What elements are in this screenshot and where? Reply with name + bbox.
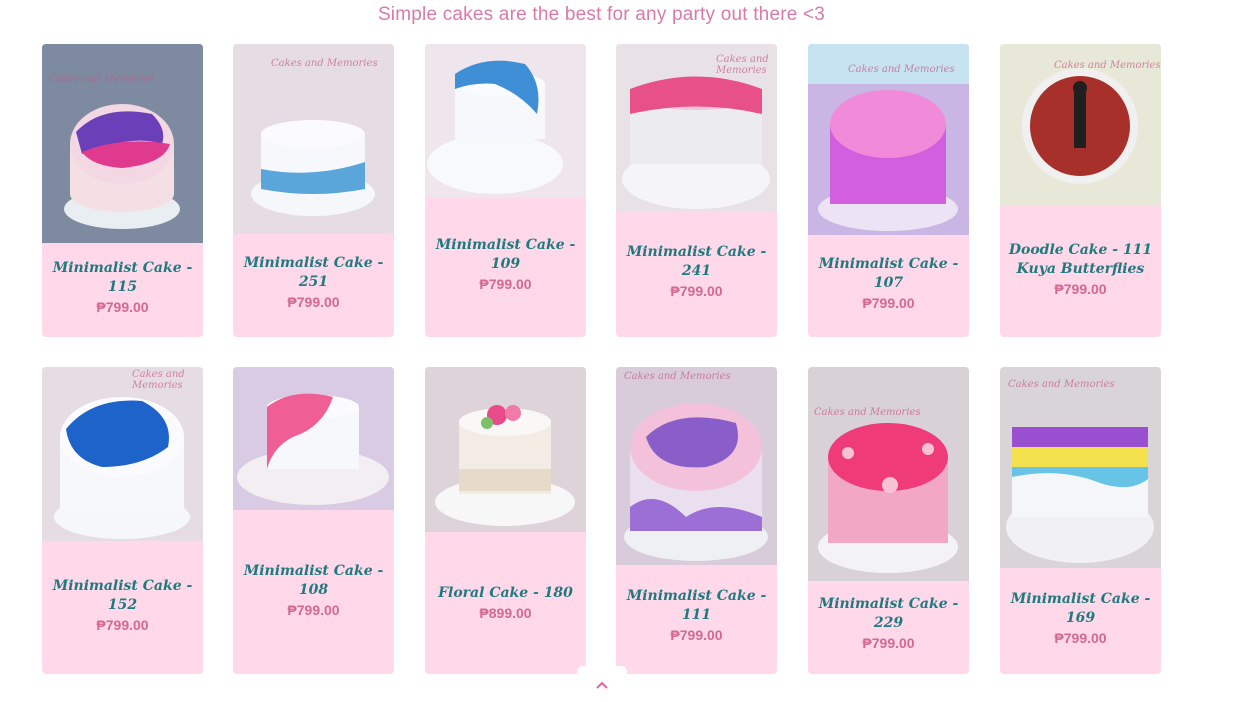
product-title[interactable]: Minimalist Cake - 169 bbox=[1008, 590, 1153, 628]
product-title[interactable]: Minimalist Cake - 115 bbox=[50, 259, 195, 297]
product-title[interactable]: Minimalist Cake - 152 bbox=[50, 577, 195, 615]
product-card[interactable]: Cakes and Memories Minimalist Cake - 107… bbox=[808, 44, 969, 337]
watermark: Cakes and Memories bbox=[132, 369, 185, 391]
product-image[interactable]: Cakes and Memories bbox=[808, 44, 969, 235]
product-title[interactable]: Minimalist Cake - 241 bbox=[624, 243, 769, 281]
product-price: ₱799.00 bbox=[862, 635, 915, 651]
product-image[interactable] bbox=[425, 44, 586, 198]
product-title[interactable]: Doodle Cake - 111 Kuya Butterflies bbox=[1008, 241, 1153, 279]
product-price: ₱799.00 bbox=[287, 602, 340, 618]
product-card[interactable]: Minimalist Cake - 109 ₱799.00 bbox=[425, 44, 586, 337]
product-price: ₱799.00 bbox=[670, 627, 723, 643]
product-title[interactable]: Minimalist Cake - 108 bbox=[241, 562, 386, 600]
product-price: ₱799.00 bbox=[1054, 630, 1107, 646]
product-card[interactable]: Cakes and Memories Minimalist Cake - 111… bbox=[616, 367, 777, 674]
product-image[interactable] bbox=[425, 367, 586, 532]
watermark: Cakes and Memories bbox=[1054, 60, 1161, 71]
scroll-to-top-button[interactable] bbox=[577, 666, 627, 702]
section-tagline: Simple cakes are the best for any party … bbox=[377, 4, 826, 25]
product-card[interactable]: Cakes and Memories Minimalist Cake - 169… bbox=[1000, 367, 1161, 674]
product-image[interactable]: Cakes and Memories bbox=[233, 44, 394, 234]
product-image[interactable]: Cakes and Memories bbox=[42, 44, 203, 243]
product-title[interactable]: Floral Cake - 180 bbox=[433, 584, 578, 603]
watermark: Cakes and Memories bbox=[1008, 379, 1115, 390]
product-image[interactable] bbox=[233, 367, 394, 510]
product-image[interactable]: Cakes and Memories bbox=[808, 367, 969, 581]
chevron-up-icon bbox=[595, 675, 609, 694]
product-card[interactable]: Cakes and Memories Minimalist Cake - 251… bbox=[233, 44, 394, 337]
product-card[interactable]: Cakes and Memories Minimalist Cake - 229… bbox=[808, 367, 969, 674]
product-price: ₱799.00 bbox=[670, 283, 723, 299]
product-card[interactable]: Cakes and Memories Minimalist Cake - 241… bbox=[616, 44, 777, 337]
product-card[interactable]: Cakes and Memories Doodle Cake - 111 Kuy… bbox=[1000, 44, 1161, 337]
watermark: Cakes and Memories bbox=[716, 54, 769, 76]
product-title[interactable]: Minimalist Cake - 251 bbox=[241, 254, 386, 292]
product-title[interactable]: Minimalist Cake - 109 bbox=[433, 236, 578, 274]
product-price: ₱799.00 bbox=[96, 299, 149, 315]
watermark: Cakes and Memories bbox=[624, 371, 731, 382]
watermark: Cakes and Memories bbox=[848, 64, 955, 75]
product-card[interactable]: Floral Cake - 180 ₱899.00 bbox=[425, 367, 586, 674]
watermark: Cakes and Memories bbox=[48, 74, 155, 85]
product-card[interactable]: Minimalist Cake - 108 ₱799.00 bbox=[233, 367, 394, 674]
product-card[interactable]: Cakes and Memories Minimalist Cake - 115… bbox=[42, 44, 203, 337]
product-price: ₱799.00 bbox=[287, 294, 340, 310]
product-price: ₱899.00 bbox=[479, 605, 532, 621]
product-card[interactable]: Cakes and Memories Minimalist Cake - 152… bbox=[42, 367, 203, 674]
product-image[interactable]: Cakes and Memories bbox=[42, 367, 203, 541]
product-image[interactable]: Cakes and Memories bbox=[1000, 44, 1161, 205]
product-price: ₱799.00 bbox=[862, 295, 915, 311]
product-price: ₱799.00 bbox=[96, 617, 149, 633]
product-price: ₱799.00 bbox=[1054, 281, 1107, 297]
watermark: Cakes and Memories bbox=[814, 407, 921, 418]
product-title[interactable]: Minimalist Cake - 229 bbox=[816, 595, 961, 633]
product-image[interactable]: Cakes and Memories bbox=[616, 44, 777, 211]
watermark: Cakes and Memories bbox=[271, 58, 378, 69]
product-title[interactable]: Minimalist Cake - 111 bbox=[624, 587, 769, 625]
product-image[interactable]: Cakes and Memories bbox=[1000, 367, 1161, 568]
product-price: ₱799.00 bbox=[479, 276, 532, 292]
product-title[interactable]: Minimalist Cake - 107 bbox=[816, 255, 961, 293]
product-image[interactable]: Cakes and Memories bbox=[616, 367, 777, 565]
